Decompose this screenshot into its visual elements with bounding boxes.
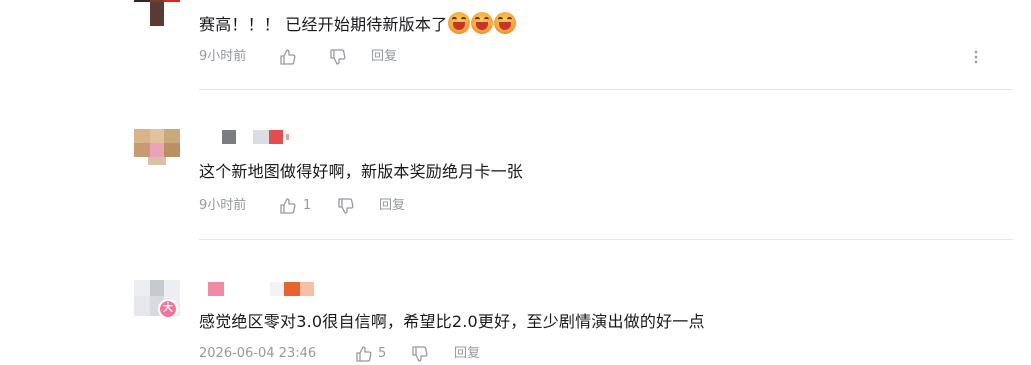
comment-meta: 2026-06-04 23:46 5 回复 [199,344,519,364]
reply-button[interactable]: 回复 [454,344,480,364]
like-count: 5 [378,346,387,361]
comment-time: 2026-06-04 23:46 [199,346,317,361]
comment-item: 大 感觉绝区零对3.0很自信啊，希望比2.0更好，至少剧情演出做的好一点 202… [0,0,1031,365]
username-redacted[interactable] [208,282,318,296]
comment-text: 感觉绝区零对3.0很自信啊，希望比2.0更好，至少剧情演出做的好一点 [199,312,705,331]
thumbs-up-icon[interactable] [355,345,373,363]
avatar-badge: 大 [158,299,178,319]
thumbs-down-icon[interactable] [411,345,429,363]
